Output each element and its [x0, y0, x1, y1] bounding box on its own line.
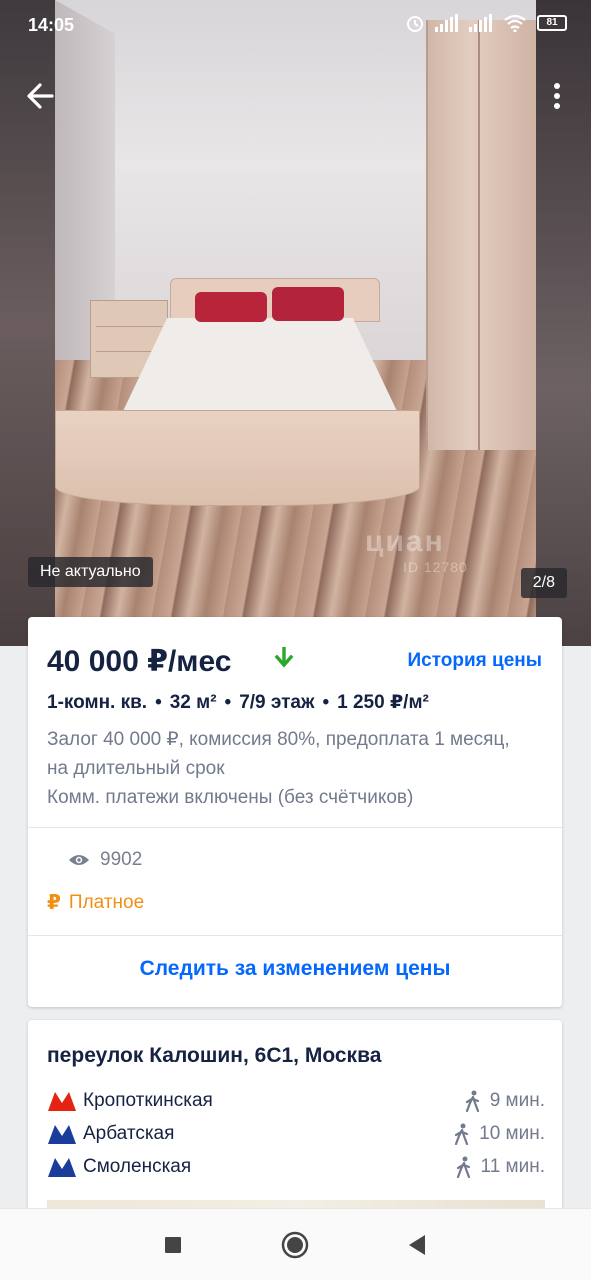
metro-item[interactable]: Арбатская 10 мин.	[47, 1121, 545, 1147]
price-history-link[interactable]: История цены	[408, 650, 542, 672]
signal-icon	[435, 14, 458, 32]
offer-params: 1-комн. кв. • 32 м² • 7/9 этаж • 1 250 ₽/м²	[47, 692, 429, 713]
ruble-icon: ₽	[47, 892, 61, 914]
back-icon[interactable]	[401, 1229, 433, 1261]
alarm-icon	[407, 16, 423, 32]
metro-icon	[48, 1158, 76, 1177]
price: 40 000 ₽/мес	[47, 645, 232, 678]
metro-item[interactable]: Кропоткинская 9 мин.	[47, 1088, 545, 1114]
metro-item[interactable]: Смоленская 11 мин.	[47, 1154, 545, 1180]
back-arrow-icon[interactable]	[22, 78, 62, 114]
photo-counter: 2/8	[520, 568, 567, 598]
status-badge: Не актуально	[28, 557, 153, 587]
track-price-button[interactable]: Следить за изменением цены	[28, 957, 562, 981]
wardrobe	[426, 20, 536, 450]
offer-card: 40 000 ₽/мес История цены 1-комн. кв. • 32…	[28, 617, 562, 1007]
wifi-icon	[504, 14, 526, 32]
signal-icon	[469, 14, 492, 32]
system-nav-bar	[0, 1208, 591, 1280]
deposit-terms: Залог 40 000 ₽, комиссия 80%, предоплата…	[47, 729, 510, 779]
walk-icon	[456, 1156, 470, 1178]
arrow-down-icon	[274, 647, 294, 668]
listing-photo[interactable]: циан ID 12780 Не актуально 2/8	[0, 0, 591, 646]
walk-icon	[455, 1123, 469, 1145]
status-bar: 14:05 81	[0, 0, 591, 50]
divider	[28, 935, 562, 936]
battery-icon: 81	[537, 15, 567, 31]
offer-conditions: Залог 40 000 ₽, комиссия 80%, предоплата…	[47, 725, 527, 812]
paid-listing-label: ₽ Платное	[47, 891, 145, 915]
views-counter: 9902	[68, 849, 142, 871]
metro-icon	[48, 1125, 76, 1144]
metro-icon	[48, 1092, 76, 1111]
recents-icon[interactable]	[157, 1229, 189, 1261]
watermark: циан ID 12780	[365, 525, 468, 575]
location-card: переулок Калошин, 6С1, Москва Кропоткинс…	[28, 1020, 562, 1220]
more-vertical-icon[interactable]	[545, 78, 569, 114]
walk-icon	[465, 1090, 479, 1112]
clock: 14:05	[28, 15, 75, 35]
home-icon[interactable]	[279, 1229, 311, 1261]
utilities-terms: Комм. платежи включены (без счётчиков)	[47, 787, 414, 808]
address: переулок Калошин, 6С1, Москва	[47, 1044, 382, 1067]
eye-icon	[69, 855, 89, 865]
divider	[28, 827, 562, 828]
